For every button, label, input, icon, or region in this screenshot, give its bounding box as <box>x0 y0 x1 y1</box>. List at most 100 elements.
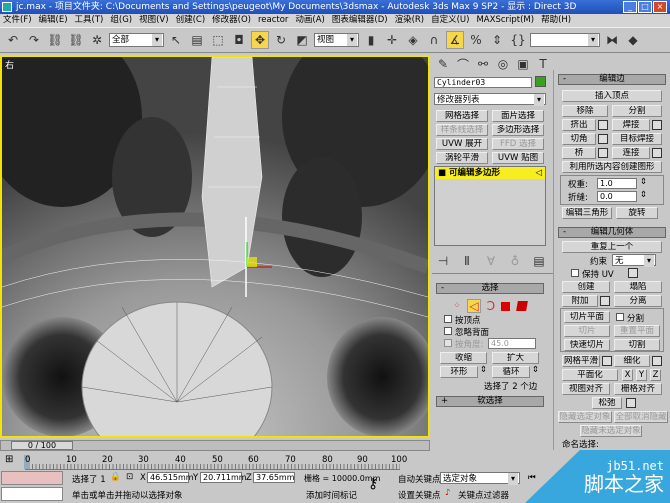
link-icon[interactable]: ⛓ <box>46 31 64 49</box>
preserve-uv-settings-icon[interactable] <box>628 268 638 278</box>
set-key-button[interactable]: 设置关键点 <box>398 489 441 501</box>
remove-modifier-icon[interactable]: ♁ <box>506 252 524 270</box>
named-selection-dropdown[interactable] <box>530 33 600 47</box>
target-weld-button[interactable]: 目标焊接 <box>612 133 662 145</box>
turn-button[interactable]: 旋转 <box>616 207 658 219</box>
viewport-right[interactable]: 右 <box>0 55 430 438</box>
connect-button[interactable]: 连接 <box>612 147 650 159</box>
auto-key-button[interactable]: 自动关键点 <box>398 473 441 485</box>
curve-editor-icon[interactable]: ⊞ <box>5 454 13 465</box>
menu-edit[interactable]: 编辑(E) <box>39 14 68 27</box>
meshsmooth-settings-icon[interactable] <box>602 356 612 366</box>
planar-y-button[interactable]: Y <box>636 369 647 381</box>
uvw-unwrap-button[interactable]: UVW 展开 <box>436 138 488 150</box>
split-checkbox[interactable] <box>616 313 624 321</box>
spinner-snap-icon[interactable]: ⇕ <box>488 31 506 49</box>
menu-views[interactable]: 视图(V) <box>139 14 168 27</box>
weight-spinner[interactable]: ⇕ <box>640 177 647 187</box>
edit-triangulation-button[interactable]: 编辑三角形 <box>562 207 612 219</box>
scale-icon[interactable]: ◩ <box>293 31 311 49</box>
motion-tab-icon[interactable]: ◎ <box>494 55 512 73</box>
tessellate-button[interactable]: 细化 <box>614 355 650 367</box>
slice-plane-button[interactable]: 切片平面 <box>564 311 610 323</box>
make-planar-button[interactable]: 平面化 <box>562 369 618 381</box>
weld-button[interactable]: 焊接 <box>612 119 650 131</box>
create-tab-icon[interactable]: ✎ <box>434 55 452 73</box>
uvw-map-button[interactable]: UVW 贴图 <box>492 152 544 164</box>
chamfer-button[interactable]: 切角 <box>562 133 596 145</box>
bridge-button[interactable]: 桥 <box>562 147 596 159</box>
redo-icon[interactable]: ↷ <box>25 31 43 49</box>
menu-create[interactable]: 创建(C) <box>176 14 206 27</box>
show-end-result-icon[interactable]: Ⅱ <box>458 252 476 270</box>
stack-item-editable-poly[interactable]: ■ 可编辑多边形 ◁ <box>435 167 545 179</box>
ffd-select-button[interactable]: FFD 选择 <box>492 138 544 150</box>
detach-button[interactable]: 分离 <box>614 295 662 307</box>
angle-snap-icon[interactable]: ∡ <box>446 31 464 49</box>
border-mode-icon[interactable]: Ͻ <box>484 297 498 315</box>
element-mode-icon[interactable] <box>516 301 528 311</box>
reset-plane-button[interactable]: 重置平面 <box>614 325 660 337</box>
edit-named-sel-icon[interactable]: {} <box>509 31 527 49</box>
weld-settings-icon[interactable] <box>652 120 662 130</box>
key-filters-button[interactable]: 关键点过滤器 <box>458 489 509 501</box>
time-slider[interactable]: 0 / 100 <box>0 440 430 451</box>
time-slider-thumb[interactable]: 0 / 100 <box>11 441 73 450</box>
close-button[interactable]: × <box>653 1 667 13</box>
insert-vertex-button[interactable]: 插入顶点 <box>562 90 662 102</box>
maxscript-listener-white[interactable] <box>1 487 63 501</box>
collapse-button[interactable]: 塌陷 <box>614 281 662 293</box>
modify-tab-icon[interactable]: ⌒ <box>454 55 472 73</box>
vertex-mode-icon[interactable]: ⁘ <box>450 297 464 315</box>
pivot-icon[interactable]: ▮ <box>362 31 380 49</box>
grow-button[interactable]: 扩大 <box>492 352 539 364</box>
patch-select-button[interactable]: 面片选择 <box>492 110 544 122</box>
set-key-icon[interactable]: ⚷ <box>368 476 378 492</box>
keyboard-shortcut-icon[interactable]: ◈ <box>404 31 422 49</box>
constraints-dropdown[interactable]: 无 <box>612 254 656 267</box>
configure-sets-icon[interactable]: ▤ <box>530 252 548 270</box>
menu-group[interactable]: 组(G) <box>110 14 132 27</box>
crease-input[interactable]: 0.0 <box>597 191 637 202</box>
add-time-tag-button[interactable]: 添加时间标记 <box>306 489 357 501</box>
by-angle-checkbox[interactable] <box>444 339 452 347</box>
ignore-backfacing-checkbox[interactable] <box>444 327 452 335</box>
slice-button[interactable]: 切片 <box>564 325 610 337</box>
split-button[interactable]: 分割 <box>612 105 662 117</box>
viewport-label[interactable]: 右 <box>5 58 14 71</box>
cut-button[interactable]: 切割 <box>614 339 660 351</box>
menu-graph-editors[interactable]: 图表编辑器(D) <box>332 14 388 27</box>
connect-settings-icon[interactable] <box>652 148 662 158</box>
planar-z-button[interactable]: Z <box>650 369 661 381</box>
polygon-mode-icon[interactable] <box>501 301 510 311</box>
relax-button[interactable]: 松弛 <box>592 397 622 409</box>
by-vertex-checkbox[interactable] <box>444 315 452 323</box>
planar-x-button[interactable]: X <box>622 369 633 381</box>
attach-settings-icon[interactable] <box>600 296 610 306</box>
maxscript-listener-pink[interactable] <box>1 471 63 485</box>
grid-align-button[interactable]: 栅格对齐 <box>614 383 662 395</box>
tessellate-settings-icon[interactable] <box>652 356 662 366</box>
remove-button[interactable]: 移除 <box>562 105 608 117</box>
select-by-name-icon[interactable]: ▤ <box>188 31 206 49</box>
menu-file[interactable]: 文件(F) <box>3 14 32 27</box>
menu-tools[interactable]: 工具(T) <box>75 14 104 27</box>
loop-spinner[interactable]: ⇕ <box>532 365 539 375</box>
menu-animation[interactable]: 动画(A) <box>295 14 324 27</box>
spline-select-button[interactable]: 样条线选择 <box>436 124 488 136</box>
snap-3d-icon[interactable]: ∩ <box>425 31 443 49</box>
menu-reactor[interactable]: reactor <box>258 14 288 27</box>
mesh-select-button[interactable]: 网格选择 <box>436 110 488 122</box>
z-coord-input[interactable]: 37.65mm <box>253 472 295 483</box>
undo-icon[interactable]: ↶ <box>4 31 22 49</box>
select-icon[interactable]: ↖ <box>167 31 185 49</box>
manipulate-icon[interactable]: ✛ <box>383 31 401 49</box>
key-mode-dropdown[interactable]: 选定对象 <box>440 472 520 485</box>
hierarchy-tab-icon[interactable]: ⚯ <box>474 55 492 73</box>
create-shape-button[interactable]: 利用所选内容创建图形 <box>562 161 662 173</box>
angle-input[interactable]: 45.0 <box>488 338 536 349</box>
move-icon[interactable]: ✥ <box>251 31 269 49</box>
lock-selection-icon[interactable]: 🔒 <box>110 472 121 482</box>
chamfer-settings-icon[interactable] <box>598 134 608 144</box>
preserve-uv-checkbox[interactable] <box>571 269 579 277</box>
